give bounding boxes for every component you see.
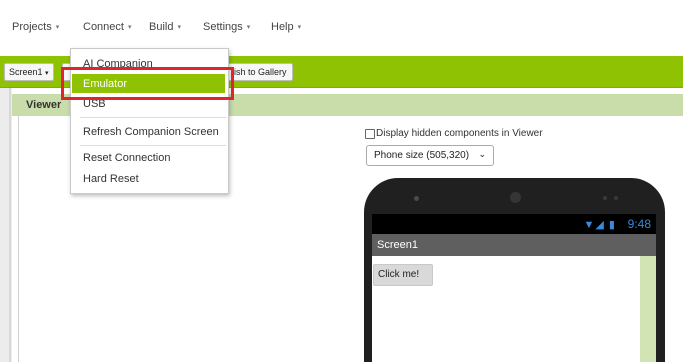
highlight-annotation-box [61,67,234,100]
menu-item-refresh-companion[interactable]: Refresh Companion Screen [83,126,219,138]
menu-connect-label: Connect [83,21,124,33]
chevron-down-icon: ⌄ [478,149,486,159]
screen-title: Screen1 [377,239,418,251]
screen-select-label: Screen1 [9,67,43,77]
checkbox-icon[interactable] [365,128,375,139]
caret-down-icon: ▾ [177,24,181,31]
menu-item-hard-reset[interactable]: Hard Reset [83,173,139,185]
viewer-title: Viewer [26,99,62,111]
menu-projects-label: Projects [12,21,52,33]
menu-item-reset-connection[interactable]: Reset Connection [83,152,170,164]
phone-status-bar: ▼◢ ▮ 9:48 [372,214,656,234]
caret-down-icon: ▾ [127,24,132,31]
sensor-icon [414,196,419,201]
click-me-label: Click me! [378,269,420,280]
publish-to-gallery-label: lish to Gallery [232,67,287,77]
menu-connect[interactable]: Connect ▾ [83,21,132,33]
divider [18,116,19,362]
caret-down-icon: ▾ [246,24,251,31]
app-inventor-designer: Projects ▾ Connect ▾ Build ▾ Settings ▾ Help… [0,0,683,362]
menu-separator [80,117,226,118]
menu-help-label: Help [271,21,294,33]
menu-projects[interactable]: Projects ▾ [12,21,59,33]
speaker-dot-icon [603,196,607,200]
caret-down-icon: ▾ [55,24,60,31]
display-hidden-components-label: Display hidden components in Viewer [376,128,543,139]
menu-separator [80,145,226,146]
speaker-dot-icon [614,196,618,200]
signal-battery-icon: ▼◢ ▮ [583,219,616,231]
display-hidden-components-checkbox[interactable]: Display hidden components in Viewer [365,128,543,139]
menu-help[interactable]: Help ▾ [271,21,301,33]
phone-size-value: Phone size (505,320) [374,150,470,161]
click-me-button[interactable]: Click me! [373,264,433,286]
menu-settings[interactable]: Settings ▾ [203,21,250,33]
phone-size-select[interactable]: Phone size (505,320) ⌄ [366,145,494,166]
phone-scrollbar[interactable] [640,256,656,362]
menu-build[interactable]: Build ▾ [149,21,181,33]
viewer-left-panel [0,88,12,362]
menu-build-label: Build [149,21,174,33]
publish-to-gallery-button[interactable]: lish to Gallery [226,63,293,81]
menu-settings-label: Settings [203,21,243,33]
caret-down-icon: ▾ [297,24,302,31]
status-time: 9:48 [627,217,651,231]
caret-down-icon: ▾ [45,70,49,77]
screen-select[interactable]: Screen1 ▾ [4,63,54,81]
phone-title-bar: Screen1 [372,234,656,256]
camera-icon [510,192,521,203]
